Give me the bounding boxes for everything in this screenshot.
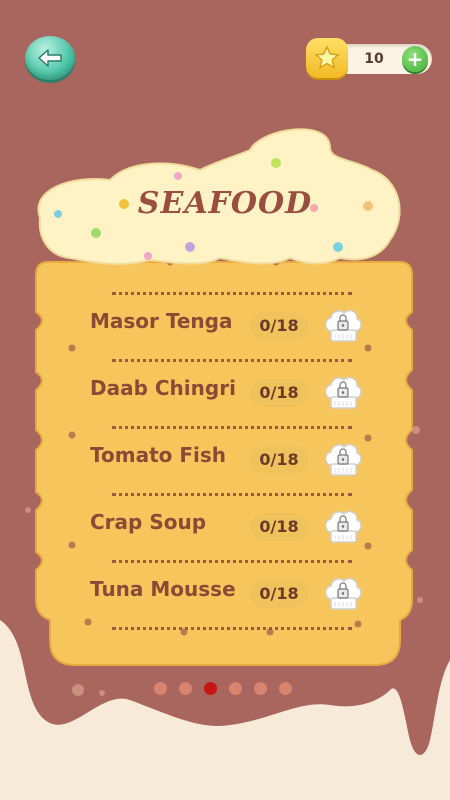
chef-hat-lock-icon[interactable] bbox=[322, 439, 364, 481]
page-dot[interactable] bbox=[154, 682, 167, 695]
coin-count: 10 bbox=[364, 51, 384, 67]
recipe-list: Masor Tenga 0/18 Daab Chingri 0/18 Tomat… bbox=[90, 292, 380, 630]
star-coin-icon bbox=[306, 38, 348, 78]
recipe-progress: 0/18 bbox=[250, 446, 308, 474]
chef-hat-lock-icon[interactable] bbox=[322, 573, 364, 615]
recipe-row[interactable]: Crap Soup 0/18 bbox=[90, 496, 380, 560]
divider bbox=[112, 627, 352, 630]
back-button[interactable] bbox=[25, 36, 75, 80]
page-dot[interactable] bbox=[229, 682, 242, 695]
chef-hat-lock-icon[interactable] bbox=[322, 305, 364, 347]
page-dot[interactable] bbox=[254, 682, 267, 695]
category-title: SEAFOOD bbox=[137, 186, 313, 221]
recipe-name: Tuna Mousse bbox=[90, 577, 236, 601]
recipe-row[interactable]: Tomato Fish 0/18 bbox=[90, 429, 380, 493]
recipe-name: Masor Tenga bbox=[90, 309, 233, 333]
recipe-row[interactable]: Masor Tenga 0/18 bbox=[90, 295, 380, 359]
add-coins-button[interactable]: + bbox=[402, 46, 428, 72]
recipe-progress: 0/18 bbox=[250, 312, 308, 340]
recipe-name: Crap Soup bbox=[90, 510, 207, 534]
recipe-progress: 0/18 bbox=[250, 513, 308, 541]
recipe-name: Tomato Fish bbox=[90, 443, 226, 467]
page-dot[interactable] bbox=[279, 682, 292, 695]
recipe-row[interactable]: Daab Chingri 0/18 bbox=[90, 362, 380, 426]
back-arrow-icon bbox=[38, 49, 62, 67]
recipe-progress: 0/18 bbox=[250, 379, 308, 407]
page-indicator bbox=[154, 682, 304, 698]
chef-hat-lock-icon[interactable] bbox=[322, 372, 364, 414]
page-dot-active[interactable] bbox=[204, 682, 217, 695]
recipe-progress: 0/18 bbox=[250, 580, 308, 608]
chef-hat-lock-icon[interactable] bbox=[322, 506, 364, 548]
recipe-row[interactable]: Tuna Mousse 0/18 bbox=[90, 563, 380, 627]
page-dot[interactable] bbox=[179, 682, 192, 695]
plus-icon: + bbox=[406, 47, 424, 71]
recipe-name: Daab Chingri bbox=[90, 376, 236, 400]
